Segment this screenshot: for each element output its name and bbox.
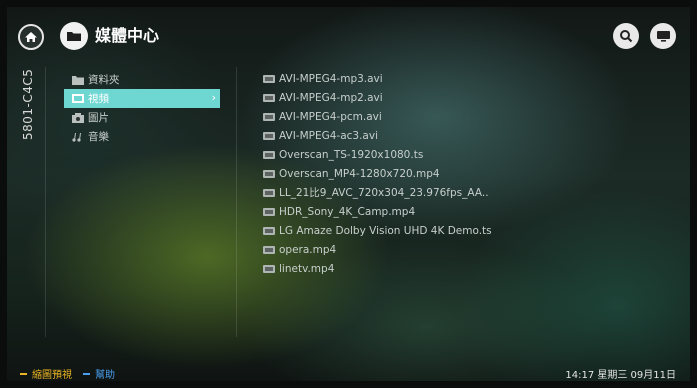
category-label: 視頻: [88, 93, 109, 105]
search-icon: [620, 30, 633, 43]
file-name: AVI-MPEG4-mp3.avi: [279, 72, 383, 85]
category-label: 資料夾: [88, 74, 120, 86]
list-item[interactable]: AVI-MPEG4-ac3.avi: [263, 126, 683, 145]
folder-icon: [60, 22, 88, 50]
video-file-icon: [263, 169, 275, 178]
video-file-icon: [263, 150, 275, 159]
yellow-key-hint[interactable]: 縮圖預視: [20, 366, 72, 381]
divider: [236, 67, 237, 337]
category-photos[interactable]: 圖片: [64, 108, 220, 127]
file-name: Overscan_TS-1920x1080.ts: [279, 148, 424, 161]
list-item[interactable]: opera.mp4: [263, 240, 683, 259]
hint-label: 幫助: [95, 370, 115, 381]
file-name: Overscan_MP4-1280x720.mp4: [279, 167, 440, 180]
file-name: AVI-MPEG4-mp2.avi: [279, 91, 383, 104]
list-item[interactable]: LL_21比9_AVC_720x304_23.976fps_AA..: [263, 183, 683, 202]
category-video[interactable]: 視頻 ›: [64, 89, 220, 108]
video-file-icon: [263, 264, 275, 273]
video-file-icon: [263, 74, 275, 83]
list-item[interactable]: AVI-MPEG4-mp3.avi: [263, 69, 683, 88]
video-file-icon: [263, 93, 275, 102]
list-item[interactable]: Overscan_MP4-1280x720.mp4: [263, 164, 683, 183]
video-icon: [72, 94, 84, 104]
file-list: AVI-MPEG4-mp3.avi AVI-MPEG4-mp2.avi AVI-…: [263, 69, 683, 278]
folder-icon: [72, 75, 84, 85]
video-file-icon: [263, 245, 275, 254]
search-button[interactable]: [613, 23, 639, 49]
device-label: 5801-C4C5: [21, 69, 35, 141]
file-name: AVI-MPEG4-pcm.avi: [279, 110, 382, 123]
video-file-icon: [263, 188, 275, 197]
music-icon: [72, 132, 84, 142]
video-file-icon: [263, 112, 275, 121]
video-file-icon: [263, 131, 275, 140]
home-button[interactable]: [18, 24, 44, 50]
blue-key-marker: [83, 372, 90, 375]
hint-label: 縮圖預視: [32, 370, 72, 381]
category-music[interactable]: 音樂: [64, 127, 220, 146]
file-name: LG Amaze Dolby Vision UHD 4K Demo.ts: [279, 224, 492, 237]
list-item[interactable]: linetv.mp4: [263, 259, 683, 278]
file-name: opera.mp4: [279, 243, 337, 256]
divider: [45, 67, 46, 337]
category-label: 音樂: [88, 131, 109, 143]
home-icon: [25, 32, 37, 42]
file-name: linetv.mp4: [279, 262, 335, 275]
yellow-key-marker: [20, 372, 27, 375]
page-title: 媒體中心: [95, 26, 160, 45]
photo-icon: [72, 112, 84, 123]
list-item[interactable]: AVI-MPEG4-mp2.avi: [263, 88, 683, 107]
tv-screen-icon: [656, 31, 670, 42]
clock: 14:17 星期三 09月11日: [565, 370, 676, 381]
list-item[interactable]: HDR_Sony_4K_Camp.mp4: [263, 202, 683, 221]
blue-key-hint[interactable]: 幫助: [83, 366, 115, 381]
file-name: LL_21比9_AVC_720x304_23.976fps_AA..: [279, 187, 489, 199]
category-list: 資料夾 視頻 › 圖片 音樂: [64, 70, 220, 146]
device-button[interactable]: [650, 23, 676, 49]
video-file-icon: [263, 226, 275, 235]
file-name: HDR_Sony_4K_Camp.mp4: [279, 205, 416, 218]
list-item[interactable]: LG Amaze Dolby Vision UHD 4K Demo.ts: [263, 221, 683, 240]
media-center-screen: 媒體中心 5801-C4C5 資料夾 視頻 › 圖片 音樂 AVI-MPEG4-…: [7, 7, 690, 381]
list-item[interactable]: AVI-MPEG4-pcm.avi: [263, 107, 683, 126]
list-item[interactable]: Overscan_TS-1920x1080.ts: [263, 145, 683, 164]
chevron-right-icon: ›: [211, 91, 216, 104]
file-name: AVI-MPEG4-ac3.avi: [279, 129, 379, 142]
footer-bar: 縮圖預視 幫助 14:17 星期三 09月11日: [7, 362, 690, 381]
video-file-icon: [263, 207, 275, 216]
category-folders[interactable]: 資料夾: [64, 70, 220, 89]
category-label: 圖片: [88, 112, 109, 124]
